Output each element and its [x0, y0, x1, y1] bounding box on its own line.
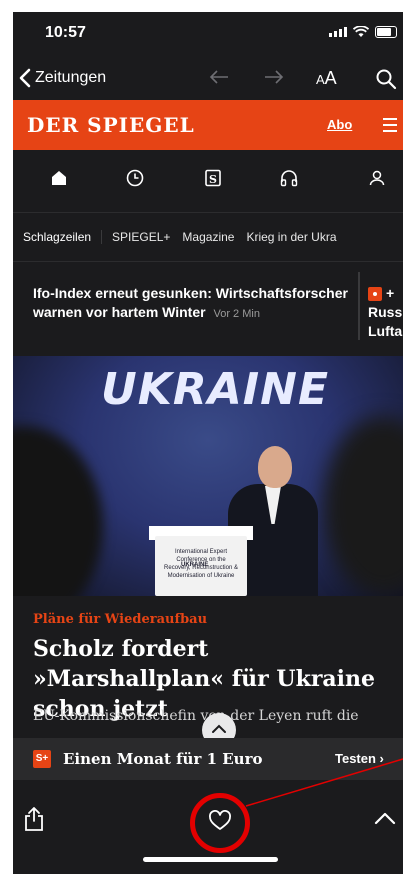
back-button[interactable]: Zeitungen	[19, 68, 106, 88]
status-time: 10:57	[45, 24, 86, 41]
home-indicator[interactable]	[143, 857, 278, 862]
ticker-headline-text: Ifo-Index erneut gesunken: Wirtschaftsfo…	[33, 285, 348, 320]
user-icon[interactable]	[367, 168, 387, 188]
chevron-left-icon	[19, 68, 31, 88]
brand-header: DER SPIEGEL Abo	[13, 100, 403, 150]
headphones-icon[interactable]	[279, 168, 299, 188]
tab-schlagzeilen[interactable]: Schlagzeilen	[13, 230, 103, 244]
back-label: Zeitungen	[35, 69, 107, 86]
clock-icon[interactable]	[125, 168, 145, 188]
app-screen: 10:57 Zeitungen AA DER SPIEGEL Abo S Sch…	[13, 12, 403, 874]
phone-frame: 10:57 Zeitungen AA DER SPIEGEL Abo S Sch…	[0, 0, 403, 874]
podium-sign-word: UKRAINE	[181, 562, 209, 568]
foreground-silhouette-right	[323, 416, 403, 596]
arrow-right-icon[interactable]	[263, 66, 285, 88]
abo-link[interactable]: Abo	[327, 117, 352, 132]
promo-text: Einen Monat für 1 Euro	[63, 750, 263, 768]
signal-icon	[329, 27, 347, 37]
spiegel-plus-badge: S+	[33, 750, 51, 768]
status-bar: 10:57	[13, 12, 403, 52]
text-size-large: A	[324, 68, 337, 88]
search-icon[interactable]	[375, 68, 397, 90]
tab-magazine[interactable]: Magazine	[180, 230, 244, 244]
spiegel-logo[interactable]: DER SPIEGEL	[27, 113, 195, 137]
annotation-circle	[190, 793, 250, 853]
testen-button[interactable]: Testen ›	[335, 751, 384, 766]
wifi-icon	[353, 26, 369, 37]
hero-image[interactable]: UKRAINE International Expert Conference …	[13, 356, 403, 596]
share-icon[interactable]	[23, 806, 45, 832]
ticker-next-line1: +	[386, 285, 395, 301]
foreground-silhouette-left	[13, 426, 103, 596]
text-size-button[interactable]: AA	[316, 68, 337, 89]
news-ticker[interactable]: Ifo-Index erneut gesunken: Wirtschaftsfo…	[13, 262, 403, 352]
ticker-headline[interactable]: Ifo-Index erneut gesunken: Wirtschaftsfo…	[33, 284, 353, 324]
promo-banner[interactable]: S+ Einen Monat für 1 Euro Testen ›	[13, 738, 403, 780]
article-kicker[interactable]: Pläne für Wiederaufbau	[33, 612, 207, 627]
arrow-left-icon[interactable]	[208, 66, 230, 88]
text-size-small: A	[316, 72, 325, 87]
ticker-next-line2: Russ	[368, 304, 403, 320]
hero-backdrop-text: UKRAINE	[101, 364, 330, 415]
tab-spiegel-plus[interactable]: SPIEGEL+	[102, 230, 180, 244]
svg-text:S: S	[209, 173, 217, 186]
navigation-bar: Zeitungen AA	[13, 62, 403, 102]
speaker-head	[258, 446, 292, 488]
chevron-up-icon[interactable]	[373, 810, 397, 826]
live-badge-icon	[368, 287, 382, 302]
battery-icon	[375, 26, 397, 38]
status-icons	[329, 26, 397, 38]
home-icon[interactable]	[49, 168, 69, 188]
section-tabs: Schlagzeilen SPIEGEL+ Magazine Krieg in …	[13, 212, 403, 262]
tab-krieg-ukraine[interactable]: Krieg in der Ukra	[244, 230, 346, 244]
section-icon-row: S	[13, 154, 403, 204]
ticker-next-item[interactable]: + Russ Lufta	[368, 284, 403, 341]
ticker-next-line3: Lufta	[368, 323, 403, 339]
ticker-time: Vor 2 Min	[213, 308, 260, 320]
menu-icon[interactable]	[383, 118, 397, 136]
spiegel-s-icon[interactable]: S	[203, 168, 223, 188]
ticker-divider	[358, 272, 360, 340]
